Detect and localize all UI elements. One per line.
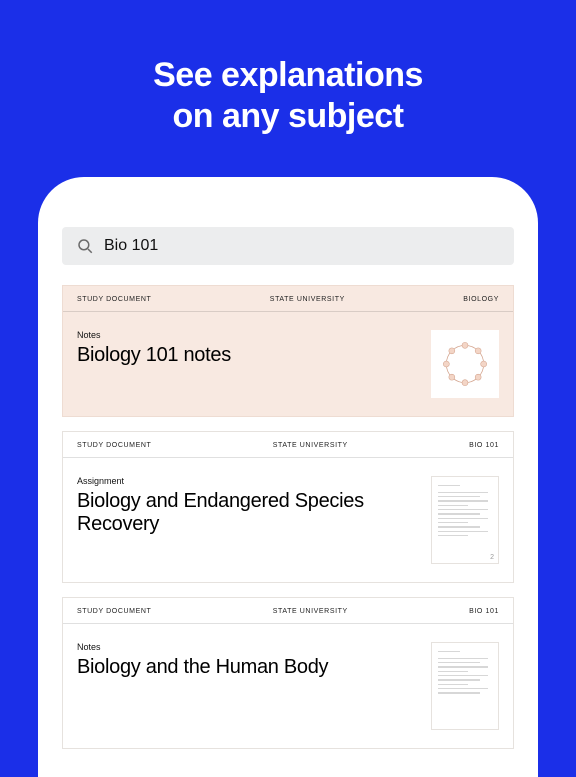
doc-line — [438, 692, 480, 693]
doc-line — [438, 684, 468, 685]
doc-line — [438, 531, 488, 532]
doc-line — [438, 496, 480, 497]
doc-line — [438, 658, 488, 659]
card-body: Notes Biology 101 notes — [63, 312, 513, 416]
doc-line — [438, 688, 488, 689]
doc-line — [438, 518, 488, 519]
doc-line — [438, 509, 488, 510]
doc-line — [438, 651, 460, 652]
card-header: STUDY DOCUMENT STATE UNIVERSITY BIOLOGY — [63, 286, 513, 312]
card-header-center: STATE UNIVERSITY — [273, 608, 348, 615]
card-title: Biology 101 notes — [77, 344, 419, 367]
doc-line — [438, 666, 488, 667]
card-header-right: BIOLOGY — [463, 296, 499, 303]
search-input[interactable]: Bio 101 — [62, 227, 514, 265]
card-header-left: STUDY DOCUMENT — [77, 608, 151, 615]
doc-line — [438, 513, 480, 514]
device-frame: Bio 101 STUDY DOCUMENT STATE UNIVERSITY … — [38, 177, 538, 777]
card-kind: Assignment — [77, 476, 419, 486]
card-header-center: STATE UNIVERSITY — [273, 442, 348, 449]
card-header-left: STUDY DOCUMENT — [77, 296, 151, 303]
card-title: Biology and the Human Body — [77, 656, 419, 679]
card-kind: Notes — [77, 642, 419, 652]
headline-line-2: on any subject — [172, 97, 403, 135]
card-thumbnail — [431, 642, 499, 730]
doc-line — [438, 485, 460, 486]
card-kind: Notes — [77, 330, 419, 340]
card-text: Notes Biology and the Human Body — [77, 642, 419, 679]
card-body: Notes Biology and the Human Body — [63, 624, 513, 748]
cycle-diagram-icon — [437, 336, 493, 392]
card-thumbnail — [431, 330, 499, 398]
card-text: Assignment Biology and Endangered Specie… — [77, 476, 419, 536]
page-count-badge: 2 — [490, 554, 494, 561]
card-header: STUDY DOCUMENT STATE UNIVERSITY BIO 101 — [63, 432, 513, 458]
search-icon — [76, 237, 94, 255]
doc-line — [438, 505, 468, 506]
card-thumbnail: 2 — [431, 476, 499, 564]
result-card[interactable]: STUDY DOCUMENT STATE UNIVERSITY BIO 101 … — [62, 431, 514, 583]
doc-line — [438, 526, 480, 527]
doc-line — [438, 675, 488, 676]
doc-line — [438, 500, 488, 501]
card-header-right: BIO 101 — [469, 608, 499, 615]
card-title: Biology and Endangered Species Recovery — [77, 490, 419, 536]
card-body: Assignment Biology and Endangered Specie… — [63, 458, 513, 582]
card-header-left: STUDY DOCUMENT — [77, 442, 151, 449]
headline-line-1: See explanations — [153, 56, 423, 94]
doc-line — [438, 662, 480, 663]
search-value: Bio 101 — [104, 237, 158, 255]
doc-line — [438, 535, 468, 536]
result-card[interactable]: STUDY DOCUMENT STATE UNIVERSITY BIOLOGY … — [62, 285, 514, 417]
card-header: STUDY DOCUMENT STATE UNIVERSITY BIO 101 — [63, 598, 513, 624]
doc-line — [438, 522, 468, 523]
card-header-right: BIO 101 — [469, 442, 499, 449]
doc-line — [438, 492, 488, 493]
card-header-center: STATE UNIVERSITY — [270, 296, 345, 303]
headline: See explanations on any subject — [0, 0, 576, 177]
doc-line — [438, 671, 468, 672]
doc-line — [438, 679, 480, 680]
card-text: Notes Biology 101 notes — [77, 330, 419, 367]
result-card[interactable]: STUDY DOCUMENT STATE UNIVERSITY BIO 101 … — [62, 597, 514, 749]
